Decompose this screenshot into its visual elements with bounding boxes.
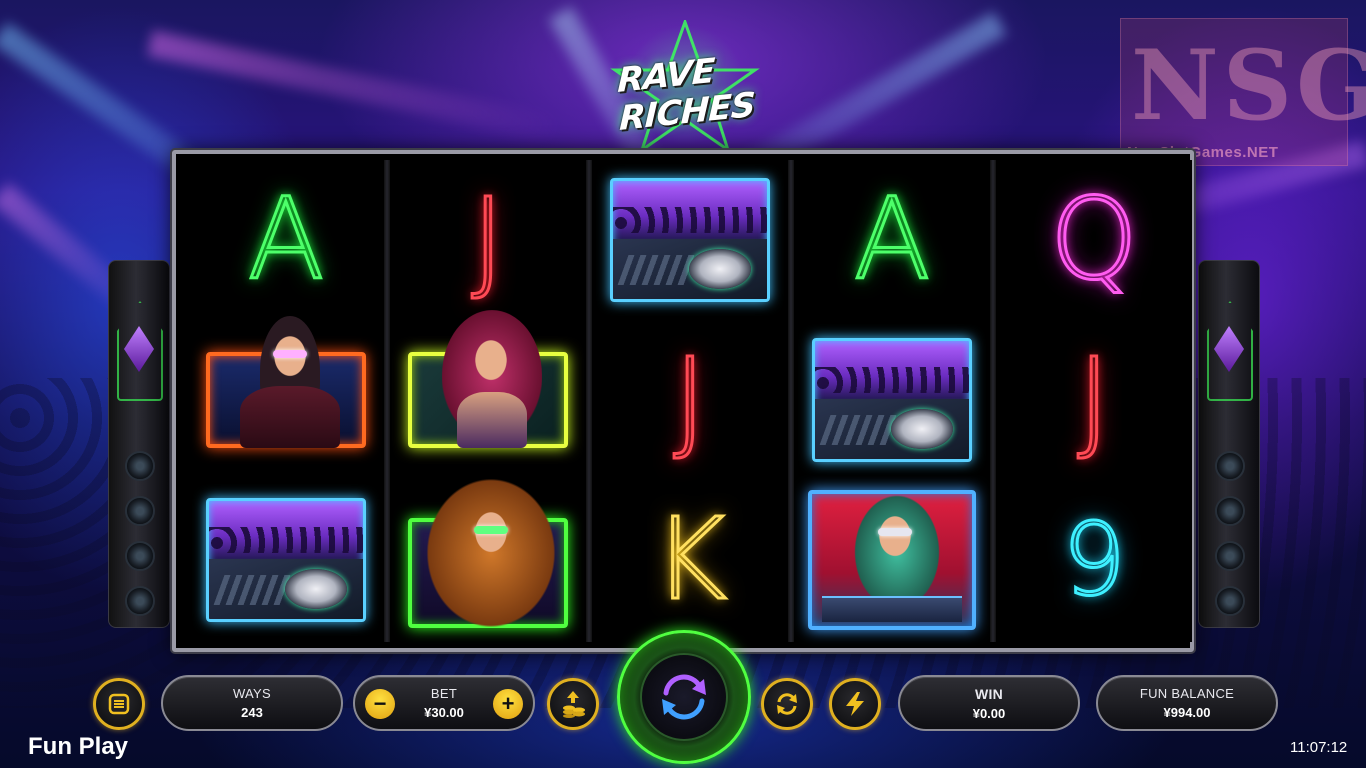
dj-mixer [822,596,962,622]
spin-button[interactable] [617,630,751,764]
win-value: ¥0.00 [972,705,1006,721]
reel-cell [390,310,586,480]
plus-icon: + [501,691,515,716]
sunglasses [878,528,912,536]
symbol-dj-deck [610,178,770,302]
speaker-cone [125,541,155,571]
max-bet-button[interactable] [547,678,599,730]
reels-frame: A J J K A Q J 9 [172,150,1194,652]
symbol-dj-deck [812,338,972,462]
reel-cell [188,316,384,480]
reel-cell [794,480,990,640]
win-display: WIN ¥0.00 [898,675,1080,731]
speaker-cone [125,586,155,616]
figure-body [240,386,340,448]
sunglasses [474,526,508,534]
symbol-dj-deck [206,498,366,622]
symbol-dj-female-headphones [808,490,976,630]
reel-2: J [390,160,586,642]
menu-button[interactable] [93,678,145,730]
bet-control: − BET ¥30.00 + [353,675,535,731]
reel-cell [390,478,586,640]
symbol-dj-male [206,316,366,448]
play-mode-label: Fun Play [28,733,129,760]
game-logo: RAVE RICHES [590,20,780,155]
deck-crowd [209,527,363,553]
balance-label: FUN BALANCE [1139,686,1235,701]
menu-icon [108,693,130,715]
reel-3: J K [592,160,788,642]
symbol-letter: J [672,335,708,465]
bet-value: ¥30.00 [424,705,464,720]
speaker-cone [1215,586,1245,616]
deck-platter [891,409,953,449]
spin-button-inner [640,653,728,741]
figure-body [457,392,527,448]
reel-cell: J [592,320,788,480]
bet-decrease-button[interactable]: − [365,689,395,719]
speaker-left [108,260,170,628]
symbol-letter: J [1076,335,1112,465]
reel-4: A [794,160,990,642]
speaker-right [1198,260,1260,628]
speaker-cone [1215,496,1245,526]
symbol-dancer-red-hair [408,310,568,448]
symbol-letter: Q [1048,175,1139,305]
deck-knobs [819,415,901,445]
symbol-letter: A [246,175,326,305]
symbol-letter: J [470,175,506,305]
sunglasses [273,350,307,358]
reel-cell: 9 [996,480,1192,640]
speaker-cone [125,496,155,526]
speaker-cone [1215,451,1245,481]
symbol-letter: A [852,175,932,305]
reel-cell: J [996,320,1192,480]
autoplay-icon [777,693,797,715]
ways-label: WAYS [232,686,272,701]
reel-5: Q J 9 [996,160,1192,642]
spin-arrows-icon [662,674,706,720]
reel-cell [188,480,384,640]
deck-platter [689,249,751,289]
bet-increase-button[interactable]: + [493,689,523,719]
symbol-number: 9 [1061,501,1128,618]
autoplay-button[interactable] [761,678,813,730]
reel-cell: K [592,480,788,640]
coin-stack-icon [563,691,585,718]
reel-cell: J [390,160,586,320]
ways-value: 243 [241,705,263,720]
reel-cell: Q [996,160,1192,320]
watermark-letters: NSG [1131,29,1366,142]
symbol-dancer-blonde [408,478,568,628]
lightning-icon [846,692,864,716]
figure-head [464,326,518,388]
symbol-letter: K [652,495,728,625]
deck-knobs [617,255,699,285]
reel-cell: A [188,160,384,320]
deck-crowd [815,367,969,393]
ways-display: WAYS 243 [161,675,343,731]
deck-knobs [213,575,295,605]
reel-cell [794,320,990,480]
deck-crowd [613,207,767,233]
win-label: WIN [974,685,1004,702]
reel-1: A [188,160,384,642]
clock: 11:07:12 [1290,739,1348,756]
bet-label: BET [430,686,458,701]
turbo-button[interactable] [829,678,881,730]
speaker-cone [125,451,155,481]
reel-cell [592,160,788,320]
minus-icon: − [373,691,387,716]
watermark: NSG NewSlotGames.NET [1120,18,1366,166]
balance-value: ¥994.00 [1163,705,1211,720]
speaker-cone [1215,541,1245,571]
reel-cell: A [794,160,990,320]
deck-platter [285,569,347,609]
balance-display: FUN BALANCE ¥994.00 [1096,675,1278,731]
light-beam [147,30,564,144]
